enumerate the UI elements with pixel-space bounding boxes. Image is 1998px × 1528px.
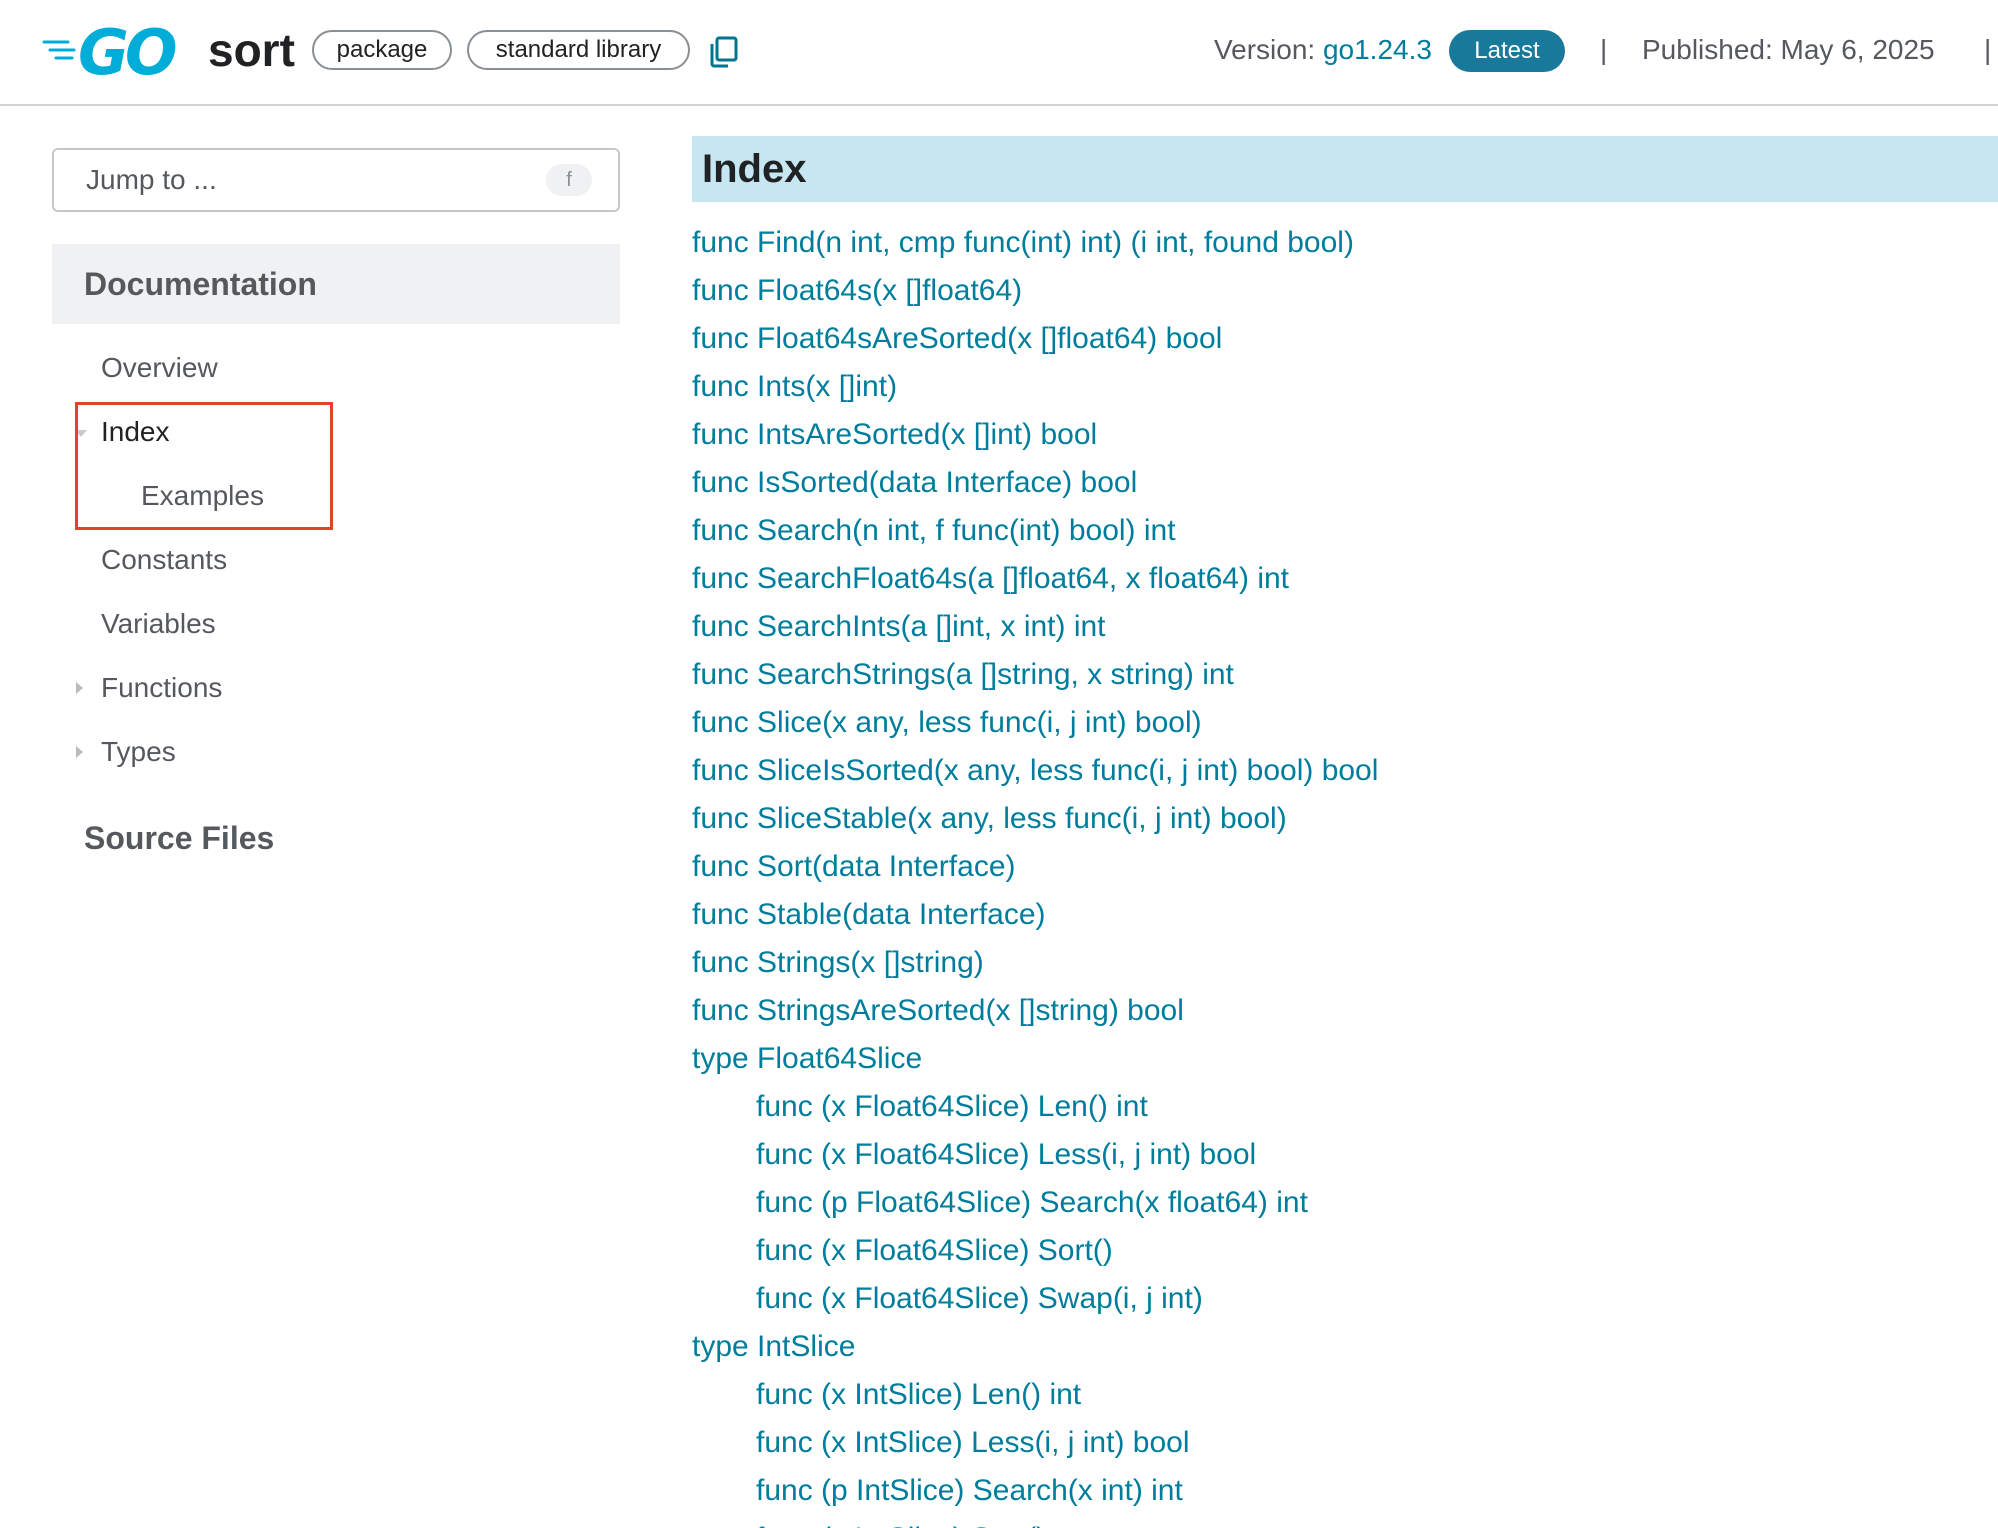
sidebar-item-overview[interactable]: Overview [101,350,218,386]
svg-text:GO: GO [78,20,176,82]
index-link[interactable]: func Strings(x []string) [692,939,1378,987]
version-info: Version: go1.24.3 [1214,30,1432,70]
index-link[interactable]: func SearchFloat64s(a []float64, x float… [692,555,1378,603]
index-link[interactable]: func SliceStable(x any, less func(i, j i… [692,795,1378,843]
index-method-link[interactable]: func (x IntSlice) Sort() [692,1515,1378,1528]
copy-icon[interactable] [708,36,738,68]
index-link[interactable]: func StringsAreSorted(x []string) bool [692,987,1378,1035]
shortcut-key-badge: f [546,164,592,196]
index-link[interactable]: func SliceIsSorted(x any, less func(i, j… [692,747,1378,795]
index-link[interactable]: func Float64sAreSorted(x []float64) bool [692,315,1378,363]
jump-to-placeholder: Jump to ... [86,164,217,195]
index-link[interactable]: func Float64s(x []float64) [692,267,1378,315]
index-method-link[interactable]: func (x Float64Slice) Sort() [692,1227,1378,1275]
sidebar-item-source-files[interactable]: Source Files [84,818,274,858]
index-link[interactable]: func Find(n int, cmp func(int) int) (i i… [692,219,1378,267]
index-method-link[interactable]: func (p IntSlice) Search(x int) int [692,1467,1378,1515]
index-link[interactable]: func Stable(data Interface) [692,891,1378,939]
index-heading: Index [702,147,807,191]
published-date: Published: May 6, 2025 [1642,34,1935,65]
index-list: func Find(n int, cmp func(int) int) (i i… [692,219,1378,1528]
index-heading-banner: Index [692,136,1998,202]
index-method-link[interactable]: func (x IntSlice) Less(i, j int) bool [692,1419,1378,1467]
index-link[interactable]: func Slice(x any, less func(i, j int) bo… [692,699,1378,747]
site-header: GO sort package standard library Version… [0,0,1998,106]
version-label: Version: [1214,34,1323,65]
collapsed-caret-icon[interactable] [76,682,83,694]
documentation-section-header[interactable]: Documentation [52,244,620,324]
go-logo-icon[interactable]: GO [42,20,194,82]
sidebar-item-functions[interactable]: Functions [101,670,222,706]
index-link[interactable]: func SearchStrings(a []string, x string)… [692,651,1378,699]
documentation-heading: Documentation [84,266,317,302]
index-link[interactable]: func Search(n int, f func(int) bool) int [692,507,1378,555]
header-separator: | [1984,34,1992,65]
collapsed-caret-icon[interactable] [76,746,83,758]
index-method-link[interactable]: func (x IntSlice) Len() int [692,1371,1378,1419]
index-link[interactable]: func SearchInts(a []int, x int) int [692,603,1378,651]
index-method-link[interactable]: func (x Float64Slice) Swap(i, j int) [692,1275,1378,1323]
package-name: sort [208,24,295,76]
highlight-annotation-box [75,402,333,530]
index-link[interactable]: func Ints(x []int) [692,363,1378,411]
index-method-link[interactable]: func (x Float64Slice) Len() int [692,1083,1378,1131]
sidebar-item-constants[interactable]: Constants [101,542,227,578]
index-type-link[interactable]: type Float64Slice [692,1035,1378,1083]
jump-to-search[interactable]: Jump to ... f [52,148,620,212]
standard-library-chip[interactable]: standard library [467,30,690,70]
index-type-link[interactable]: type IntSlice [692,1323,1378,1371]
latest-badge[interactable]: Latest [1449,30,1565,72]
index-method-link[interactable]: func (x Float64Slice) Less(i, j int) boo… [692,1131,1378,1179]
package-chip: package [312,30,452,70]
index-link[interactable]: func IsSorted(data Interface) bool [692,459,1378,507]
sidebar-item-types[interactable]: Types [101,734,176,770]
sidebar-item-variables[interactable]: Variables [101,606,216,642]
index-link[interactable]: func IntsAreSorted(x []int) bool [692,411,1378,459]
index-link[interactable]: func Sort(data Interface) [692,843,1378,891]
version-link[interactable]: go1.24.3 [1323,34,1432,65]
index-method-link[interactable]: func (p Float64Slice) Search(x float64) … [692,1179,1378,1227]
page: GO sort package standard library Version… [0,0,1998,1528]
header-separator: | [1600,34,1608,65]
